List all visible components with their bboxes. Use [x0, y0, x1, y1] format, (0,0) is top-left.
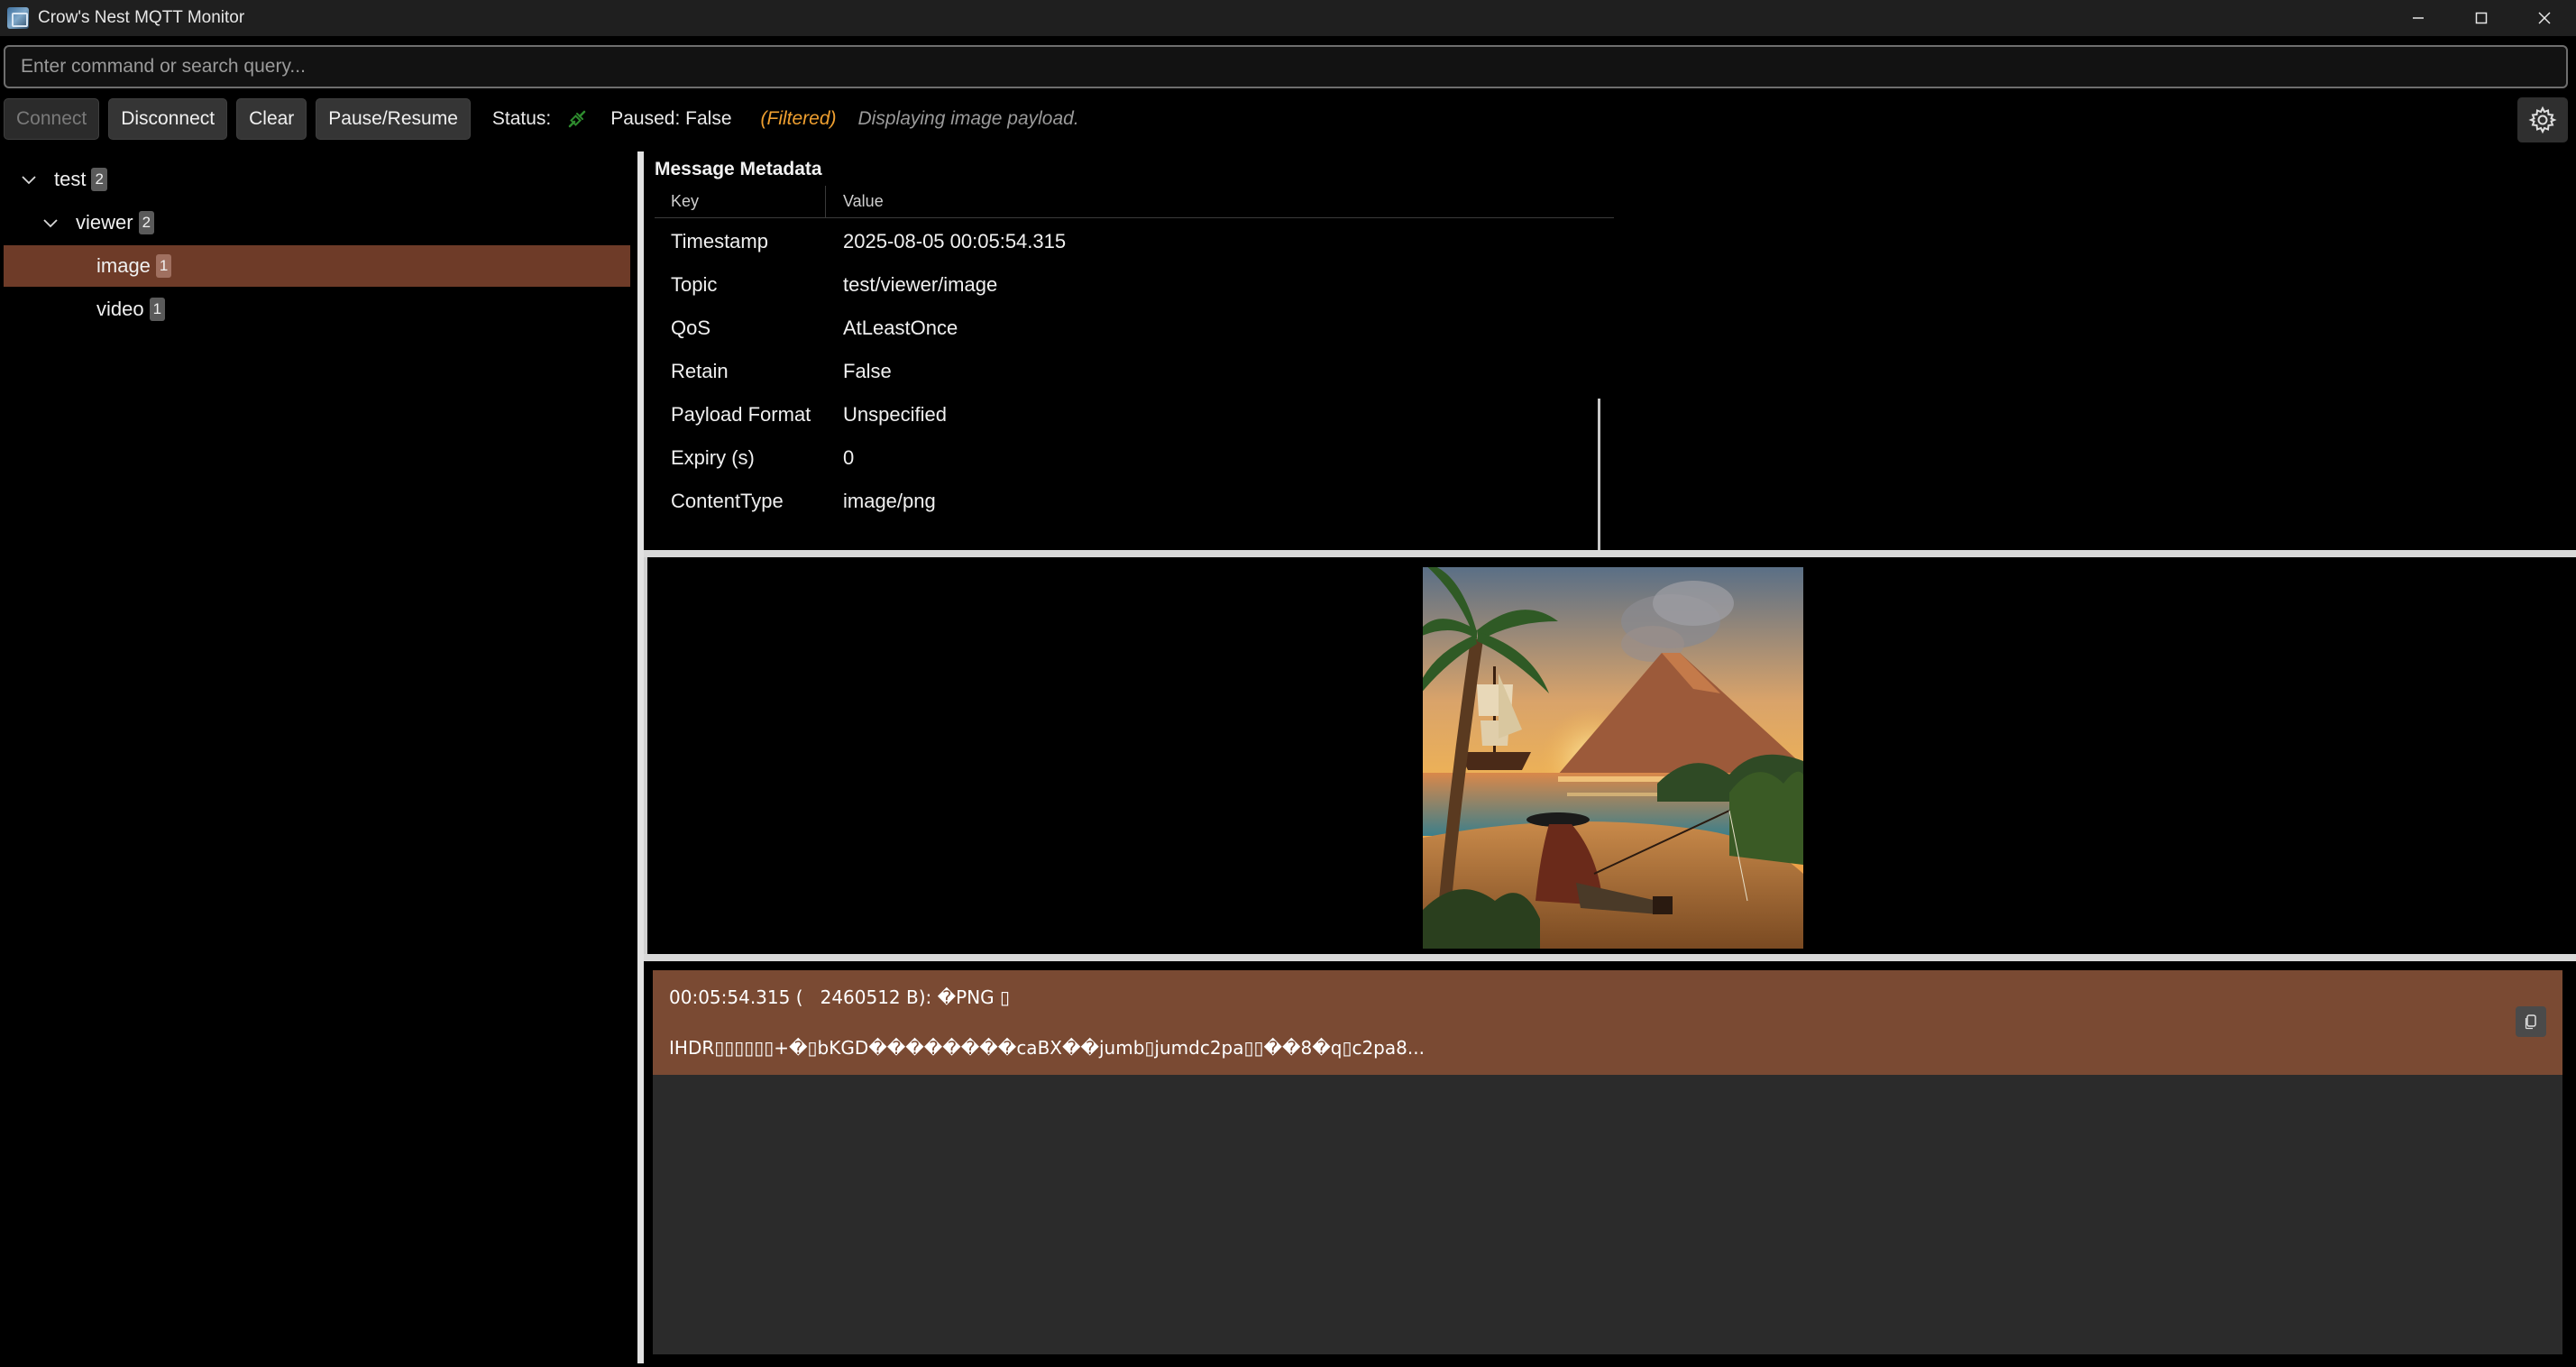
tree-node-test[interactable]: test 2	[4, 159, 630, 200]
column-header-key[interactable]: Key	[655, 186, 826, 217]
payload-list-item[interactable]: 00:05:54.315 ( 2460512 B): �PNG ▯ IHDR▯▯…	[653, 970, 2562, 1075]
metadata-key: ContentType	[671, 490, 784, 512]
metadata-value: 2025-08-05 00:05:54.315	[843, 230, 1067, 252]
metadata-row[interactable]: Topic test/viewer/image	[655, 263, 1614, 307]
chevron-down-icon[interactable]	[20, 170, 38, 188]
vertical-splitter[interactable]	[637, 151, 644, 1363]
close-icon	[2538, 12, 2551, 24]
metadata-value: Unspecified	[843, 403, 947, 426]
copy-button[interactable]	[2516, 1006, 2546, 1037]
metadata-row[interactable]: Expiry (s) 0	[655, 436, 1614, 480]
metadata-value: False	[843, 360, 892, 382]
tree-node-label: test	[54, 168, 87, 190]
app-icon	[7, 7, 29, 29]
maximize-button[interactable]	[2450, 0, 2513, 36]
horizontal-splitter-top[interactable]	[644, 550, 2576, 557]
connected-plug-icon	[564, 106, 591, 133]
window-title: Crow's Nest MQTT Monitor	[38, 8, 245, 27]
metadata-title: Message Metadata	[655, 159, 822, 179]
horizontal-splitter-bottom[interactable]	[644, 954, 2576, 961]
metadata-value: AtLeastOnce	[843, 317, 958, 339]
tree-node-label: viewer	[76, 211, 133, 234]
close-button[interactable]	[2513, 0, 2576, 36]
metadata-panel: Message Metadata Key Value Timestamp 2025…	[644, 151, 2576, 651]
metadata-key: Topic	[671, 273, 718, 296]
minimize-button[interactable]	[2387, 0, 2450, 36]
metadata-row[interactable]: Payload Format Unspecified	[655, 393, 1614, 436]
metadata-header-row: Key Value	[655, 186, 1614, 218]
column-header-value[interactable]: Value	[826, 192, 884, 211]
payload-panel: 00:05:54.315 ( 2460512 B): �PNG ▯ IHDR▯▯…	[644, 961, 2576, 1367]
metadata-row[interactable]: QoS AtLeastOnce	[655, 307, 1614, 350]
message-count-badge: 2	[138, 211, 155, 234]
metadata-value: 0	[843, 446, 855, 469]
command-bar	[4, 45, 2568, 88]
gear-icon	[2528, 106, 2557, 134]
chevron-down-icon[interactable]	[41, 214, 60, 232]
metadata-row[interactable]: Timestamp 2025-08-05 00:05:54.315	[655, 220, 1614, 263]
toolbar: Connect Disconnect Clear Pause/Resume St…	[4, 97, 2568, 142]
clear-button[interactable]: Clear	[236, 98, 307, 140]
payload-list: 00:05:54.315 ( 2460512 B): �PNG ▯ IHDR▯▯…	[653, 970, 2562, 1354]
disconnect-button[interactable]: Disconnect	[108, 98, 228, 140]
command-input[interactable]	[19, 55, 2566, 78]
metadata-key: Timestamp	[671, 230, 768, 252]
metadata-row[interactable]: Retain False	[655, 350, 1614, 393]
pause-resume-button[interactable]: Pause/Resume	[316, 98, 471, 140]
status-label: Status:	[491, 108, 552, 129]
metadata-key: QoS	[671, 317, 711, 339]
message-count-badge: 2	[91, 168, 107, 191]
tree-node-viewer[interactable]: viewer 2	[4, 202, 630, 243]
tree-node-image[interactable]: image 1	[4, 245, 630, 287]
payload-summary: 00:05:54.315 ( 2460512 B): �PNG ▯	[669, 986, 1011, 1008]
metadata-row[interactable]: ContentType image/png	[655, 480, 1614, 523]
tree-node-label: video	[96, 298, 144, 320]
title-bar: Crow's Nest MQTT Monitor	[0, 0, 2576, 36]
image-preview-panel	[644, 557, 2576, 954]
tree-node-video[interactable]: video 1	[4, 289, 630, 330]
tree-node-label: image	[96, 254, 151, 277]
message-count-badge: 1	[155, 254, 172, 278]
metadata-table: Key Value Timestamp 2025-08-05 00:05:54.3…	[655, 186, 1614, 523]
metadata-key: Payload Format	[671, 403, 811, 426]
metadata-key: Expiry (s)	[671, 446, 755, 469]
settings-button[interactable]	[2517, 97, 2568, 142]
metadata-value: image/png	[843, 490, 936, 512]
payload-preview: IHDR▯▯▯▯▯▯+�▯bKGD��������caBX��jumb▯jumd…	[669, 1037, 1425, 1059]
metadata-rows: Timestamp 2025-08-05 00:05:54.315 Topic te…	[655, 218, 1614, 523]
status-message: Displaying image payload.	[857, 108, 1079, 129]
maximize-icon	[2475, 12, 2488, 24]
minimize-icon	[2413, 17, 2424, 19]
payload-image	[1423, 567, 1803, 949]
metadata-value: test/viewer/image	[843, 273, 998, 296]
metadata-key: Retain	[671, 360, 729, 382]
window-controls	[2387, 0, 2576, 36]
filtered-indicator: (Filtered)	[760, 108, 837, 129]
connect-button[interactable]: Connect	[4, 98, 100, 140]
topic-tree: test 2 viewer 2 image 1 video 1	[0, 155, 635, 1363]
copy-icon	[2525, 1014, 2536, 1030]
paused-status: Paused: False	[610, 108, 732, 129]
message-count-badge: 1	[149, 298, 166, 321]
